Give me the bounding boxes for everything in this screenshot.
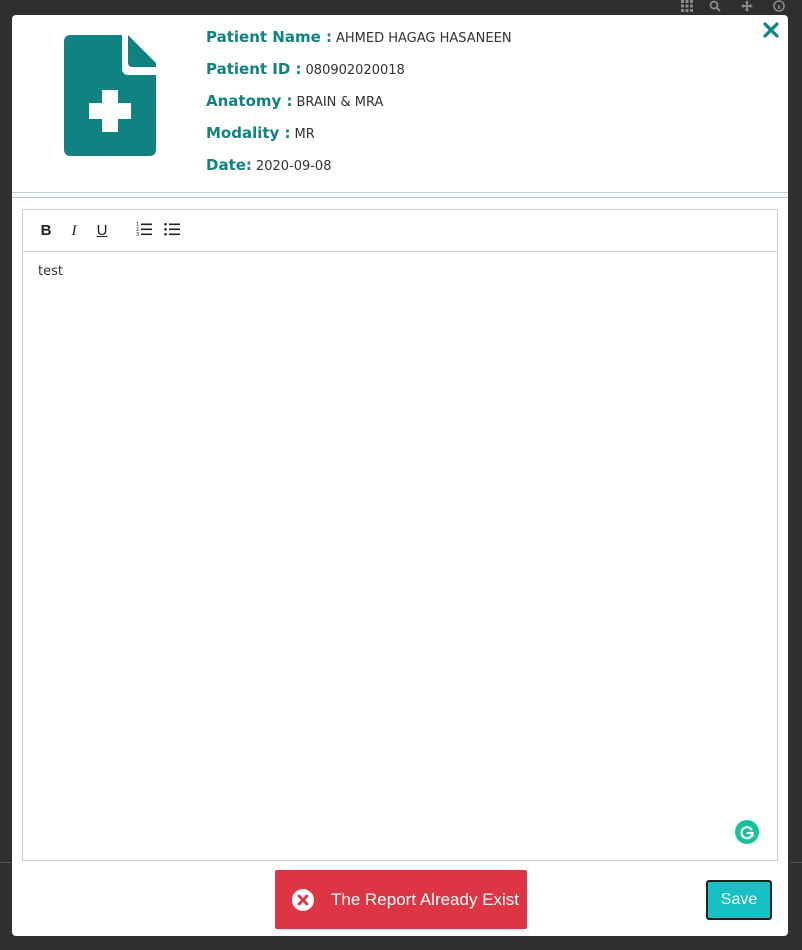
info-icon[interactable]: [772, 0, 786, 14]
toast-message: The Report Already Exist: [331, 889, 520, 909]
topbar-icons: [680, 0, 802, 14]
editor-toolbar: B I U 1 2 3: [23, 210, 777, 252]
editor-content-area[interactable]: test: [23, 252, 777, 860]
grid-icon[interactable]: [680, 0, 694, 14]
patient-id-label: Patient ID :: [206, 60, 302, 78]
underline-button[interactable]: U: [93, 221, 111, 241]
anatomy-label: Anatomy :: [206, 92, 293, 110]
header-divider: [12, 192, 788, 198]
svg-text:3: 3: [136, 232, 139, 237]
close-icon[interactable]: [760, 19, 782, 41]
error-toast: The Report Already Exist: [275, 870, 527, 929]
medical-file-icon: [64, 35, 156, 156]
editor-text: test: [38, 264, 63, 279]
save-button[interactable]: Save: [706, 880, 772, 920]
backdrop-line-left: [0, 862, 12, 863]
patient-id-row: Patient ID :080902020018: [206, 59, 512, 91]
modality-value: MR: [294, 127, 315, 142]
date-row: Date: 2020-09-08: [206, 155, 512, 187]
patient-name-row: Patient Name : AHMED HAGAG HASANEEN: [206, 27, 512, 59]
patient-name-label: Patient Name :: [206, 28, 332, 46]
anatomy-value: BRAIN & MRA: [296, 95, 384, 110]
unordered-list-icon[interactable]: [163, 221, 181, 241]
date-label: Date:: [206, 156, 252, 174]
move-icon[interactable]: [740, 0, 754, 14]
search-icon[interactable]: [708, 0, 722, 14]
patient-name-value: AHMED HAGAG HASANEEN: [335, 31, 512, 46]
ordered-list-icon[interactable]: 1 2 3: [135, 221, 153, 241]
date-value: 2020-09-08: [255, 159, 332, 174]
patient-info: Patient Name : AHMED HAGAG HASANEEN Patie…: [206, 27, 512, 187]
patient-id-value: 080902020018: [305, 63, 405, 78]
anatomy-row: Anatomy : BRAIN & MRA: [206, 91, 512, 123]
italic-button[interactable]: I: [65, 221, 83, 241]
error-circle-icon: [291, 888, 315, 912]
bold-button[interactable]: B: [37, 221, 55, 241]
report-modal: Patient Name : AHMED HAGAG HASANEEN Patie…: [12, 15, 788, 936]
backdrop-line-right: [790, 862, 802, 863]
grammarly-icon[interactable]: [735, 820, 759, 844]
modality-row: Modality : MR: [206, 123, 512, 155]
modality-label: Modality :: [206, 124, 291, 142]
report-editor: B I U 1 2 3 test: [22, 209, 778, 861]
